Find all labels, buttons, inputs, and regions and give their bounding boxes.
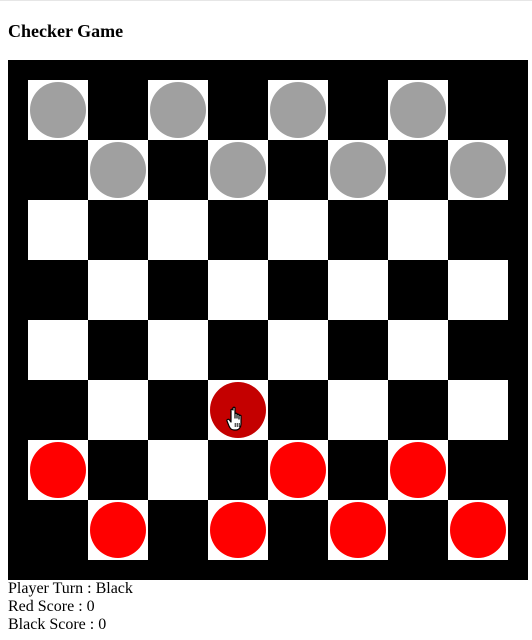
board-square[interactable]	[268, 140, 328, 200]
board-square[interactable]	[28, 320, 88, 380]
board-square[interactable]	[328, 200, 388, 260]
board-square[interactable]	[148, 380, 208, 440]
board-square[interactable]	[208, 380, 268, 440]
board-square[interactable]	[88, 80, 148, 140]
board-square[interactable]	[88, 260, 148, 320]
board-square[interactable]	[88, 140, 148, 200]
board-square[interactable]	[328, 320, 388, 380]
board-square[interactable]	[28, 500, 88, 560]
board-square[interactable]	[328, 80, 388, 140]
board-square[interactable]	[28, 260, 88, 320]
board-square[interactable]	[268, 320, 328, 380]
player-turn-label: Player Turn :	[8, 580, 96, 597]
black-score-value: 0	[98, 616, 107, 633]
red-piece[interactable]	[270, 442, 326, 498]
board-square[interactable]	[208, 500, 268, 560]
board-square[interactable]	[88, 200, 148, 260]
selected-red-piece[interactable]	[210, 382, 266, 438]
red-piece[interactable]	[390, 442, 446, 498]
board-square[interactable]	[148, 440, 208, 500]
board-square[interactable]	[148, 500, 208, 560]
black-piece[interactable]	[150, 82, 206, 138]
black-piece[interactable]	[390, 82, 446, 138]
player-turn-line: Player Turn : Black	[8, 580, 133, 598]
red-piece[interactable]	[330, 502, 386, 558]
board-square[interactable]	[268, 440, 328, 500]
board-square[interactable]	[28, 380, 88, 440]
board-square[interactable]	[448, 440, 508, 500]
board-square[interactable]	[448, 260, 508, 320]
board-square[interactable]	[388, 320, 448, 380]
board-square[interactable]	[388, 200, 448, 260]
board-square[interactable]	[448, 500, 508, 560]
board-square[interactable]	[388, 440, 448, 500]
board-square[interactable]	[148, 260, 208, 320]
game-status: Player Turn : Black Red Score : 0 Black …	[8, 580, 133, 634]
red-piece[interactable]	[30, 442, 86, 498]
board-square[interactable]	[388, 260, 448, 320]
board-square[interactable]	[148, 200, 208, 260]
board-square[interactable]	[448, 140, 508, 200]
black-piece[interactable]	[90, 142, 146, 198]
red-score-line: Red Score : 0	[8, 598, 133, 616]
red-piece[interactable]	[450, 502, 506, 558]
board-square[interactable]	[388, 140, 448, 200]
board-square[interactable]	[208, 440, 268, 500]
board-square[interactable]	[148, 320, 208, 380]
board-square[interactable]	[148, 80, 208, 140]
board-square[interactable]	[208, 260, 268, 320]
board-square[interactable]	[208, 320, 268, 380]
board-square[interactable]	[28, 200, 88, 260]
board-square[interactable]	[448, 200, 508, 260]
board-square[interactable]	[268, 500, 328, 560]
top-divider	[0, 0, 532, 1]
red-piece[interactable]	[210, 502, 266, 558]
board-square[interactable]	[268, 260, 328, 320]
board-square[interactable]	[328, 380, 388, 440]
board-square[interactable]	[268, 200, 328, 260]
red-score-value: 0	[86, 598, 95, 615]
board-square[interactable]	[388, 500, 448, 560]
board-square[interactable]	[388, 80, 448, 140]
board-square[interactable]	[268, 80, 328, 140]
board-square[interactable]	[448, 380, 508, 440]
board-square[interactable]	[208, 200, 268, 260]
black-score-line: Black Score : 0	[8, 616, 133, 634]
board-square[interactable]	[88, 500, 148, 560]
board-square[interactable]	[208, 80, 268, 140]
board-square[interactable]	[328, 140, 388, 200]
board-square[interactable]	[28, 80, 88, 140]
black-piece[interactable]	[30, 82, 86, 138]
board-frame	[8, 60, 528, 580]
page-title: Checker Game	[8, 21, 124, 41]
board-square[interactable]	[268, 380, 328, 440]
player-turn-value: Black	[95, 580, 133, 597]
red-score-label: Red Score :	[8, 598, 87, 615]
black-piece[interactable]	[270, 82, 326, 138]
black-score-label: Black Score :	[8, 616, 99, 633]
board-square[interactable]	[28, 140, 88, 200]
board-square[interactable]	[388, 380, 448, 440]
board-square[interactable]	[328, 260, 388, 320]
board-square[interactable]	[28, 440, 88, 500]
board-square[interactable]	[328, 440, 388, 500]
red-piece[interactable]	[90, 502, 146, 558]
board-square[interactable]	[448, 80, 508, 140]
board-square[interactable]	[88, 440, 148, 500]
black-piece[interactable]	[330, 142, 386, 198]
board-square[interactable]	[448, 320, 508, 380]
board-square[interactable]	[208, 140, 268, 200]
checker-board	[28, 80, 508, 560]
board-square[interactable]	[148, 140, 208, 200]
board-square[interactable]	[88, 380, 148, 440]
black-piece[interactable]	[450, 142, 506, 198]
board-square[interactable]	[328, 500, 388, 560]
black-piece[interactable]	[210, 142, 266, 198]
board-square[interactable]	[88, 320, 148, 380]
